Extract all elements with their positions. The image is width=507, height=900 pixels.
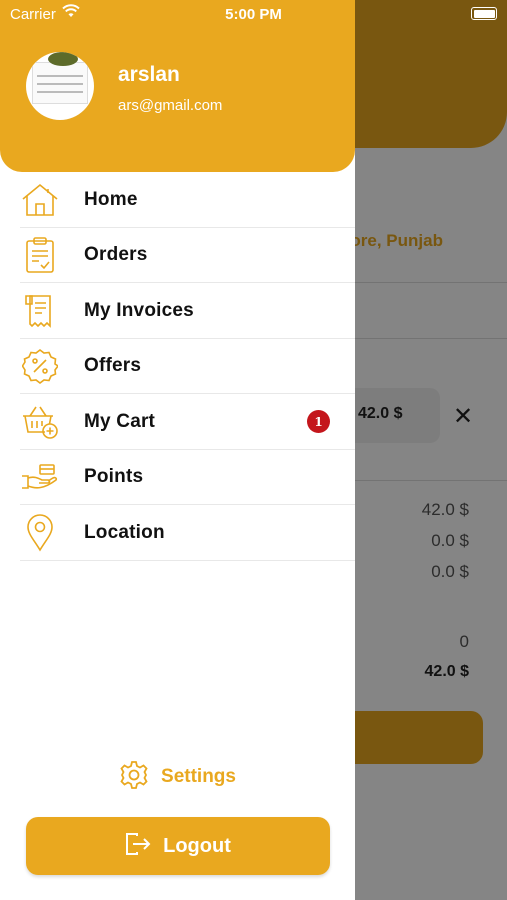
logout-label: Logout <box>163 834 231 857</box>
menu-item-orders[interactable]: Orders <box>0 228 355 284</box>
navigation-drawer: arslan ars@gmail.com Home Orders My Invo… <box>0 0 355 900</box>
clock: 5:00 PM <box>225 6 282 23</box>
basket-add-icon <box>20 402 60 442</box>
menu-item-offers[interactable]: Offers <box>0 339 355 395</box>
gear-icon <box>119 760 149 795</box>
avatar-leaf <box>48 52 78 66</box>
percent-badge-icon <box>20 346 60 386</box>
receipt-icon <box>20 291 60 331</box>
drawer-menu: Home Orders My Invoices Offers My Cart 1… <box>0 172 355 561</box>
clipboard-icon <box>20 235 60 275</box>
menu-item-home[interactable]: Home <box>0 172 355 228</box>
avatar-image <box>32 62 88 104</box>
settings-label: Settings <box>161 766 236 787</box>
home-icon <box>20 180 60 220</box>
logout-icon <box>125 832 151 861</box>
battery-icon <box>471 7 497 20</box>
menu-label: My Cart <box>84 410 156 432</box>
hand-card-icon <box>20 457 60 497</box>
location-pin-icon <box>20 513 60 553</box>
menu-item-my-invoices[interactable]: My Invoices <box>0 283 355 339</box>
menu-item-my-cart[interactable]: My Cart 1 <box>0 394 355 450</box>
menu-label: Location <box>84 521 165 543</box>
menu-item-points[interactable]: Points <box>0 450 355 506</box>
menu-label: Offers <box>84 355 142 377</box>
settings-button[interactable]: Settings <box>0 758 355 796</box>
user-email: ars@gmail.com <box>118 97 223 114</box>
menu-label: Points <box>84 466 144 488</box>
menu-item-location[interactable]: Location <box>0 505 355 561</box>
menu-label: My Invoices <box>84 299 194 321</box>
logout-button[interactable]: Logout <box>26 817 330 875</box>
menu-label: Orders <box>84 244 148 266</box>
cart-count-badge: 1 <box>307 410 330 434</box>
avatar[interactable] <box>26 52 94 120</box>
user-name: arslan <box>118 63 180 86</box>
status-bar: Carrier 5:00 PM <box>0 0 507 30</box>
menu-label: Home <box>84 188 138 210</box>
